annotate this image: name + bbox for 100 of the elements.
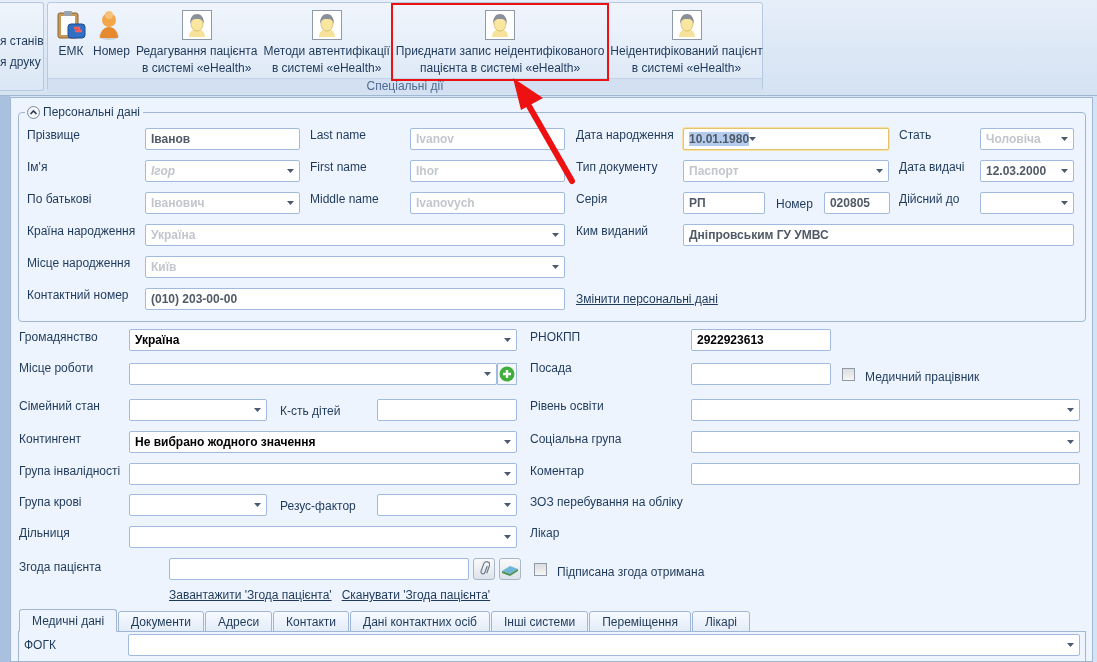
tab[interactable]: Адреси bbox=[205, 611, 273, 632]
field-label: Дільниця bbox=[19, 525, 71, 540]
scan-button[interactable] bbox=[499, 558, 521, 580]
field-label: ФОГК bbox=[24, 637, 57, 652]
field-label: Лікар bbox=[529, 525, 561, 540]
attach-button[interactable] bbox=[473, 558, 495, 580]
checkbox-label: Медичний працівник bbox=[865, 370, 980, 384]
group-label: Спеціальні дії bbox=[48, 78, 762, 93]
field-label: Рівень освіти bbox=[529, 398, 605, 413]
field-label: По батькові bbox=[27, 191, 93, 206]
dropdown-field[interactable] bbox=[129, 493, 267, 516]
ribbon-button[interactable]: Номер bbox=[91, 6, 132, 61]
tab[interactable]: Документи bbox=[118, 611, 205, 632]
field-label: Ім'я bbox=[27, 159, 49, 174]
caret-icon bbox=[287, 201, 294, 205]
field-label: Місце роботи bbox=[19, 360, 95, 375]
dropdown-field[interactable] bbox=[129, 398, 267, 421]
text-field[interactable]: РП bbox=[683, 192, 765, 214]
dropdown-field[interactable]: 10.01.1980 bbox=[683, 128, 889, 150]
dropdown-field[interactable]: Україна bbox=[129, 328, 517, 351]
checkbox[interactable] bbox=[842, 367, 855, 381]
caret-icon bbox=[254, 407, 261, 412]
caret-icon bbox=[1067, 643, 1074, 647]
avatar-icon bbox=[485, 10, 516, 40]
dropdown-field[interactable] bbox=[691, 431, 1080, 453]
tab[interactable]: Контакти bbox=[273, 611, 349, 632]
tab[interactable]: Переміщення bbox=[589, 611, 691, 632]
checkbox-label: Підписана згода отримана bbox=[557, 565, 705, 579]
field-label: Тип документу bbox=[575, 159, 659, 174]
tab[interactable]: Дані контактних осіб bbox=[350, 611, 490, 632]
field-label: РНОКПП bbox=[529, 329, 582, 344]
field-label: Прізвище bbox=[27, 127, 81, 142]
field-label: First name bbox=[309, 159, 368, 174]
avatar-icon bbox=[311, 10, 342, 40]
dropdown-field[interactable] bbox=[128, 634, 1080, 656]
tab[interactable]: Інші системи bbox=[490, 611, 589, 632]
field-label: Країна народження bbox=[27, 223, 137, 238]
dropdown-field[interactable] bbox=[129, 363, 497, 385]
text-field[interactable] bbox=[691, 462, 1080, 485]
checkbox[interactable] bbox=[534, 562, 547, 576]
text-field[interactable]: Іванов bbox=[145, 128, 300, 150]
consent-link[interactable]: Завантажити 'Згода пацієнта' bbox=[169, 588, 332, 602]
dropdown-field[interactable]: 12.03.2000 bbox=[980, 160, 1074, 182]
text-field[interactable] bbox=[169, 558, 469, 580]
change-personal-data-link[interactable]: Змінити персональні дані bbox=[576, 292, 718, 306]
caret-icon bbox=[484, 372, 491, 376]
caret-icon bbox=[552, 265, 559, 269]
field-label: К-сть дітей bbox=[279, 402, 342, 418]
field-label: Група крові bbox=[19, 494, 83, 509]
field-label: Дійсний до bbox=[898, 191, 961, 206]
ribbon-button[interactable]: Методи автентифікації в системі «eHealth» bbox=[261, 6, 392, 78]
ribbon-button[interactable]: Редагування пацієнта в системі «eHealth» bbox=[133, 6, 260, 78]
field-label: Серія bbox=[575, 191, 609, 206]
dropdown-field[interactable] bbox=[691, 398, 1080, 421]
ribbon-item[interactable]: я станів bbox=[0, 34, 43, 48]
field-label: Контактний номер bbox=[27, 287, 130, 302]
caret-icon bbox=[876, 169, 883, 173]
ribbon-button[interactable]: Неідентифікований пацієнт в системі «eHealth» bbox=[608, 6, 765, 78]
caret-icon bbox=[287, 169, 294, 173]
field-label: Згода пацієнта bbox=[19, 559, 103, 574]
caret-icon bbox=[1061, 137, 1068, 141]
text-field[interactable]: Дніпровським ГУ УМВС bbox=[683, 224, 1074, 246]
field-label: Група інвалідності bbox=[19, 463, 122, 478]
field-label: Стать bbox=[898, 127, 933, 142]
field-label: Резус-фактор bbox=[279, 497, 357, 513]
field-label: Дата видачі bbox=[898, 159, 966, 174]
caret-icon bbox=[254, 502, 261, 507]
paperclip-icon bbox=[478, 561, 490, 577]
field-label: Ким виданий bbox=[575, 223, 650, 238]
collapse-icon[interactable] bbox=[27, 105, 40, 119]
tab[interactable]: Лікарі bbox=[691, 611, 750, 632]
ribbon-button[interactable]: Приєднати запис неідентифікованого пацієнта в системі «eHealth» bbox=[393, 6, 607, 78]
field-label: Посада bbox=[529, 360, 573, 375]
avatar-icon bbox=[181, 10, 212, 40]
text-field[interactable]: 020805 bbox=[823, 192, 890, 214]
dropdown-field[interactable] bbox=[129, 462, 517, 485]
text-field[interactable] bbox=[691, 363, 831, 385]
consent-link[interactable]: Сканувати 'Згода пацієнта' bbox=[341, 588, 491, 602]
field-label: Дата народження bbox=[575, 127, 675, 142]
text-field[interactable]: (010) 203-00-00 bbox=[145, 288, 565, 310]
tab[interactable]: Медичні дані bbox=[19, 609, 118, 632]
avatar-icon bbox=[671, 10, 702, 40]
field-label: Контингент bbox=[19, 431, 83, 446]
text-field[interactable] bbox=[377, 398, 517, 421]
caret-icon bbox=[1061, 169, 1068, 173]
dropdown-field[interactable] bbox=[980, 192, 1074, 214]
field-label: Last name bbox=[309, 127, 368, 142]
field-label: Middle name bbox=[309, 191, 380, 206]
text-field[interactable]: 2922923613 bbox=[691, 328, 831, 351]
add-button[interactable] bbox=[497, 363, 517, 385]
caret-icon bbox=[749, 137, 757, 141]
caret-icon bbox=[552, 233, 559, 237]
caret-icon bbox=[504, 337, 511, 342]
field-label: Коментар bbox=[529, 463, 585, 478]
dropdown-field[interactable] bbox=[129, 526, 517, 548]
caret-icon bbox=[504, 535, 511, 539]
dropdown-field[interactable]: Не вибрано жодного значення bbox=[129, 431, 517, 453]
ribbon-button[interactable]: ЕМК bbox=[53, 6, 89, 61]
dropdown-field[interactable] bbox=[377, 493, 517, 516]
ribbon-item[interactable]: я друку bbox=[0, 55, 43, 69]
